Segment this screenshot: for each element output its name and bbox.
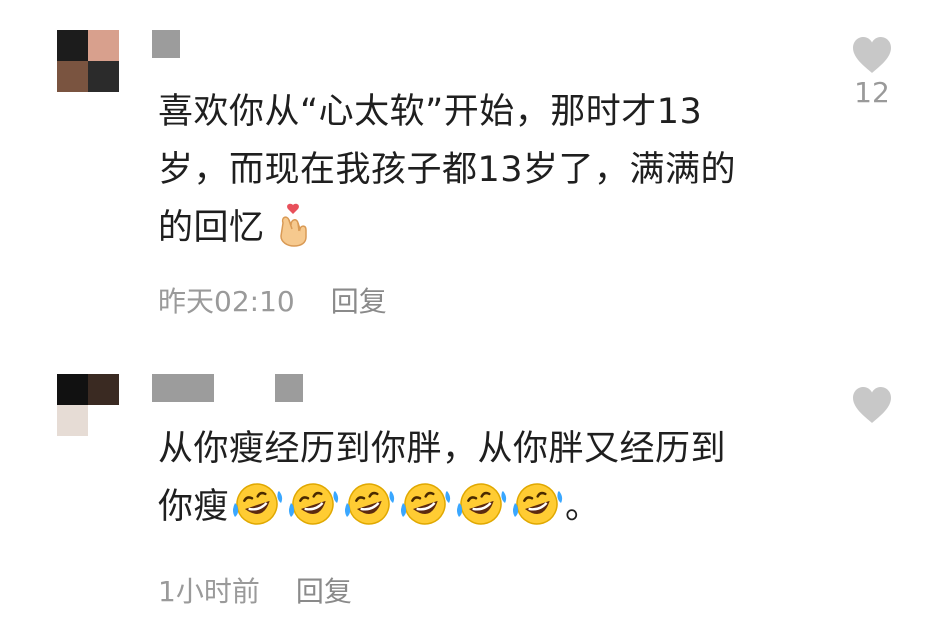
username-redacted[interactable] [275,374,303,402]
rolling-laughing-emoji [453,481,509,527]
comment-item: 喜欢你从“心太软”开始，那时才13 岁，而现在我孩子都13岁了，满满的 的回忆 … [0,28,951,328]
comment-list: 喜欢你从“心太软”开始，那时才13 岁，而现在我孩子都13岁了，满满的 的回忆 … [0,0,951,640]
avatar-pixel [88,405,119,436]
rolling-laughing-emoji [229,481,285,527]
comment-meta: 1小时前 回复 [158,570,352,610]
rolling-laughing-emoji [397,481,453,527]
avatar-pixel [88,61,119,92]
avatar-pixel [57,374,88,405]
avatar-pixel [57,61,88,92]
avatar-pixel [88,30,119,61]
comment-meta: 昨天02:10 回复 [158,280,387,320]
rolling-laughing-emoji [285,481,341,527]
comment-line: 的回忆 [158,199,808,257]
finger-heart-emoji [275,203,311,247]
comment-item: 从你瘦经历到你胖，从你胖又经历到 你瘦 。 1小时前 回复 [0,372,951,632]
comment-timestamp: 1小时前 [158,575,260,608]
username-redacted[interactable] [152,374,214,402]
like-button[interactable]: 12 [850,36,894,109]
avatar-pixel [88,374,119,405]
comment-text: 喜欢你从“心太软”开始，那时才13 岁，而现在我孩子都13岁了，满满的 的回忆 [158,83,808,257]
comment-line: 你瘦 。 [158,478,808,536]
rolling-laughing-emoji [341,481,397,527]
comment-line: 岁，而现在我孩子都13岁了，满满的 [158,150,737,190]
rolling-laughing-emoji [509,481,565,527]
comment-text: 从你瘦经历到你胖，从你胖又经历到 你瘦 。 [158,420,808,536]
reply-button[interactable]: 回复 [296,570,352,610]
heart-icon [853,37,891,73]
avatar-pixel [57,30,88,61]
heart-icon [853,387,891,423]
comment-line: 喜欢你从“心太软”开始，那时才13 [158,92,703,132]
avatar-pixel [57,405,88,436]
reply-button[interactable]: 回复 [331,280,387,320]
like-button[interactable] [850,386,894,426]
like-count: 12 [854,76,890,109]
avatar[interactable] [57,374,119,436]
comment-line-text: 你瘦 [158,487,230,527]
avatar[interactable] [57,30,119,92]
username-redacted[interactable] [152,30,180,58]
comment-line-text: 。 [565,487,601,527]
comment-timestamp: 昨天02:10 [158,285,295,318]
comment-line-text: 的回忆 [158,208,265,248]
emoji-row [229,483,565,527]
comment-line: 从你瘦经历到你胖，从你胖又经历到 [158,429,727,469]
